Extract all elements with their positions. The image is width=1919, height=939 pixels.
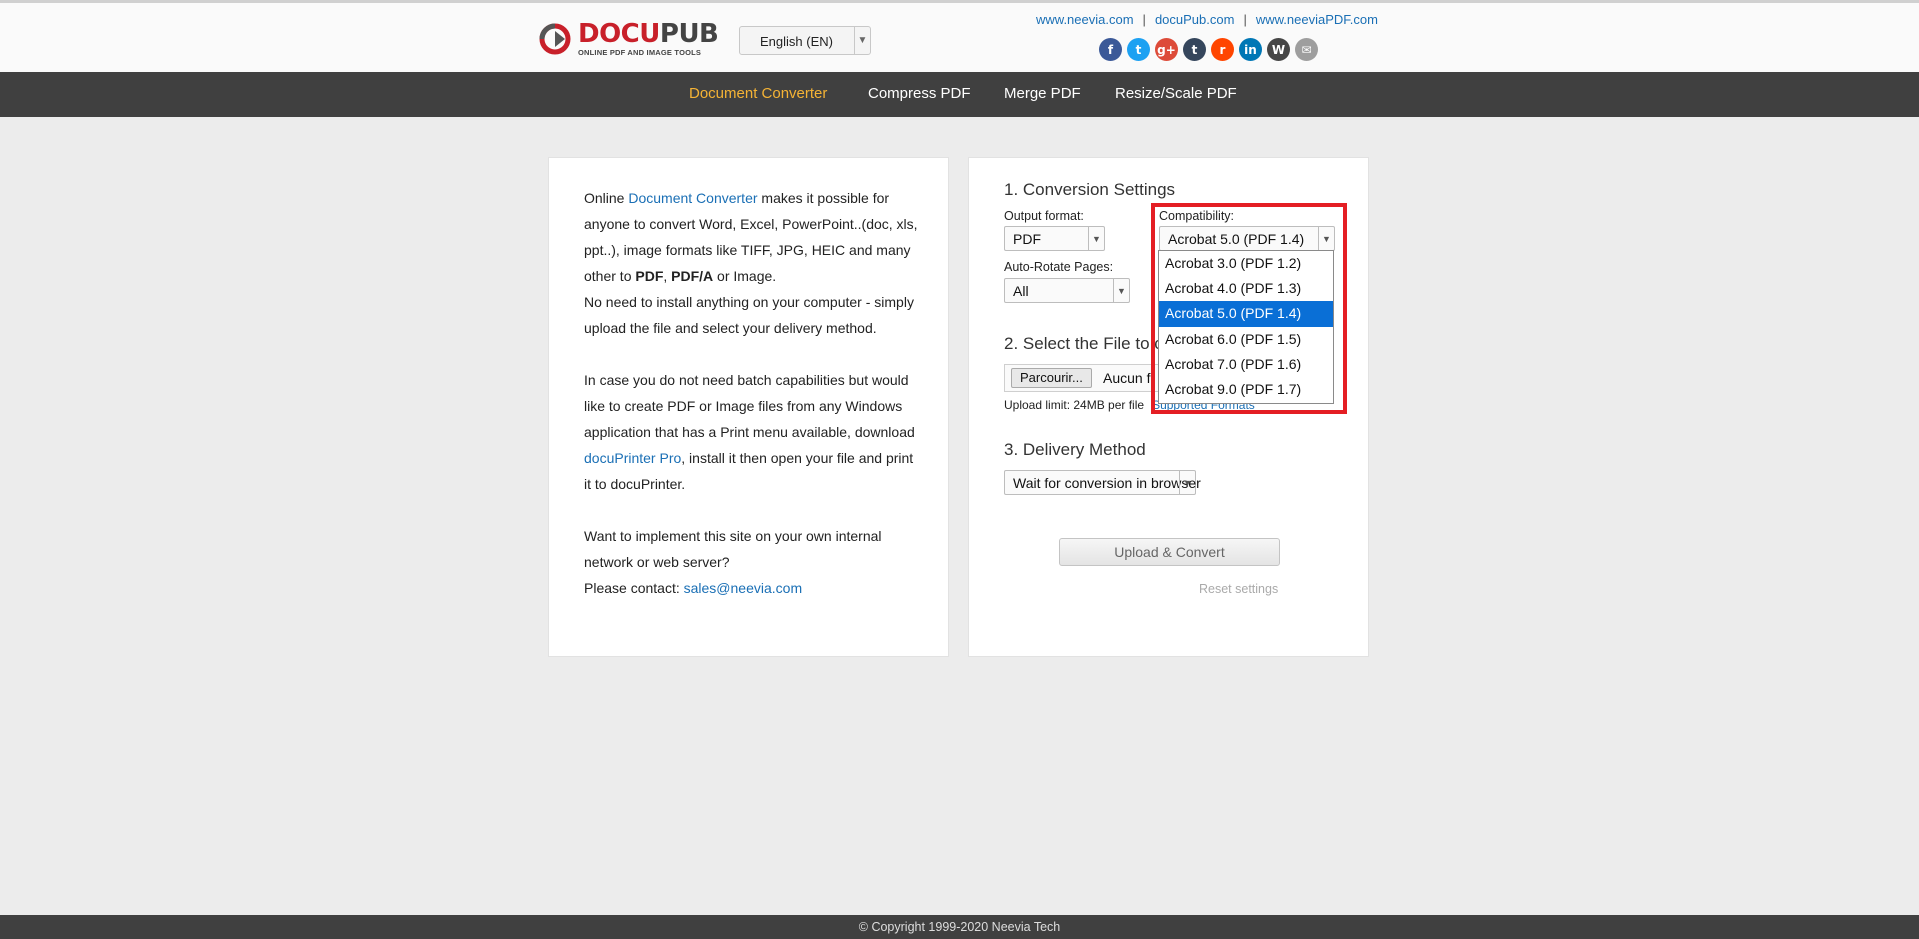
- email-icon[interactable]: ✉: [1295, 38, 1318, 61]
- site-header: DOCUPUB ONLINE PDF AND IMAGE TOOLS Engli…: [0, 0, 1919, 72]
- description-paragraph-2: No need to install anything on your comp…: [584, 294, 914, 336]
- logo-title-docu: DOCU: [578, 19, 660, 49]
- chevron-down-icon: ▼: [854, 27, 870, 54]
- link-separator: |: [1142, 12, 1146, 27]
- compatibility-option[interactable]: Acrobat 3.0 (PDF 1.2): [1159, 251, 1333, 276]
- reset-settings-link[interactable]: Reset settings: [1199, 582, 1278, 596]
- site-footer: © Copyright 1999-2020 Neevia Tech: [0, 915, 1919, 939]
- delivery-method-select[interactable]: Wait for conversion in browser ▼: [1004, 470, 1201, 495]
- compatibility-value: Acrobat 5.0 (PDF 1.4): [1168, 231, 1305, 247]
- auto-rotate-select[interactable]: All ▼: [1004, 278, 1130, 303]
- docuprinter-pro-link[interactable]: docuPrinter Pro: [584, 450, 681, 466]
- link-separator: |: [1243, 12, 1247, 27]
- language-select[interactable]: English (EN) ▼: [739, 26, 871, 55]
- google-plus-icon[interactable]: g+: [1155, 38, 1178, 61]
- file-status-text: Aucun fi: [1103, 370, 1154, 386]
- compatibility-option[interactable]: Acrobat 9.0 (PDF 1.7): [1159, 377, 1333, 402]
- section-select-file-title: 2. Select the File to c: [1004, 334, 1163, 353]
- link-docupub[interactable]: docuPub.com: [1155, 12, 1235, 27]
- auto-rotate-value: All: [1013, 283, 1029, 299]
- wordpress-icon[interactable]: W: [1267, 38, 1290, 61]
- social-icons: f t g+ t r in W ✉: [1099, 38, 1318, 61]
- document-converter-link[interactable]: Document Converter: [628, 190, 757, 206]
- chevron-down-icon: ▼: [1113, 279, 1129, 302]
- link-neevia[interactable]: www.neevia.com: [1036, 12, 1134, 27]
- text: ,: [663, 268, 672, 284]
- contact-line: Please contact: sales@neevia.com: [584, 575, 924, 601]
- description-text: Online Document Converter makes it possi…: [584, 185, 924, 601]
- description-paragraph: Online Document Converter makes it possi…: [584, 185, 924, 289]
- twitter-icon[interactable]: t: [1127, 38, 1150, 61]
- compatibility-option[interactable]: Acrobat 5.0 (PDF 1.4): [1159, 301, 1333, 327]
- nav-resize-scale-pdf[interactable]: Resize/Scale PDF: [1115, 85, 1237, 102]
- delivery-method-value: Wait for conversion in browser: [1013, 475, 1201, 491]
- top-links: www.neevia.com | docuPub.com | www.neeviaPDF…: [1036, 12, 1378, 27]
- conversion-panel: 1. Conversion Settings Output format: PD…: [968, 157, 1369, 657]
- file-input[interactable]: Parcourir... Aucun fi: [1004, 364, 1169, 392]
- text: Online: [584, 190, 629, 206]
- linkedin-icon[interactable]: in: [1239, 38, 1262, 61]
- main-nav: Document Converter Compress PDF Merge PD…: [0, 72, 1919, 117]
- section-conversion-settings-title: 1. Conversion Settings: [1004, 180, 1176, 199]
- logo-subtitle: ONLINE PDF AND IMAGE TOOLS: [578, 48, 702, 57]
- upload-limit-label: Upload limit: 24MB per file: [1004, 398, 1145, 412]
- nav-document-converter[interactable]: Document Converter: [689, 85, 827, 102]
- description-paragraph-3: In case you do not need batch capabiliti…: [584, 367, 924, 497]
- text-pdf-bold: PDF: [635, 268, 664, 284]
- facebook-icon[interactable]: f: [1099, 38, 1122, 61]
- upload-convert-button[interactable]: Upload & Convert: [1059, 538, 1280, 566]
- compatibility-label: Compatibility:: [1159, 209, 1235, 223]
- nav-compress-pdf[interactable]: Compress PDF: [868, 85, 971, 102]
- output-format-select[interactable]: PDF ▼: [1004, 226, 1105, 251]
- chevron-down-icon: ▼: [1318, 227, 1334, 250]
- output-format-value: PDF: [1013, 231, 1041, 247]
- tumblr-icon[interactable]: t: [1183, 38, 1206, 61]
- output-format-label: Output format:: [1004, 209, 1084, 223]
- logo-title-pub: PUB: [659, 19, 719, 49]
- compatibility-select[interactable]: Acrobat 5.0 (PDF 1.4) ▼: [1159, 226, 1335, 251]
- browse-button[interactable]: Parcourir...: [1011, 368, 1092, 388]
- nav-merge-pdf[interactable]: Merge PDF: [1004, 85, 1081, 102]
- compatibility-option[interactable]: Acrobat 4.0 (PDF 1.3): [1159, 276, 1333, 301]
- language-select-value: English (EN): [760, 34, 833, 49]
- text: In case you do not need batch capabiliti…: [584, 372, 915, 440]
- reddit-icon[interactable]: r: [1211, 38, 1234, 61]
- description-paragraph-4: Want to implement this site on your own …: [584, 528, 882, 570]
- text: or Image.: [713, 268, 777, 284]
- text-pdfa-bold: PDF/A: [671, 268, 714, 284]
- docupub-logo[interactable]: DOCUPUB ONLINE PDF AND IMAGE TOOLS: [538, 19, 719, 59]
- chevron-down-icon: ▼: [1179, 471, 1195, 494]
- description-panel: Online Document Converter makes it possi…: [548, 157, 949, 657]
- text: Please contact:: [584, 580, 684, 596]
- auto-rotate-label: Auto-Rotate Pages:: [1004, 260, 1114, 274]
- compatibility-option[interactable]: Acrobat 6.0 (PDF 1.5): [1159, 327, 1333, 352]
- chevron-down-icon: ▼: [1088, 227, 1104, 250]
- section-delivery-method-title: 3. Delivery Method: [1004, 440, 1146, 459]
- logo-icon: [538, 22, 572, 56]
- compatibility-option[interactable]: Acrobat 7.0 (PDF 1.6): [1159, 352, 1333, 377]
- link-neeviapdf[interactable]: www.neeviaPDF.com: [1256, 12, 1378, 27]
- compatibility-dropdown-list: Acrobat 3.0 (PDF 1.2) Acrobat 4.0 (PDF 1.…: [1158, 250, 1334, 404]
- sales-email-link[interactable]: sales@neevia.com: [684, 580, 803, 596]
